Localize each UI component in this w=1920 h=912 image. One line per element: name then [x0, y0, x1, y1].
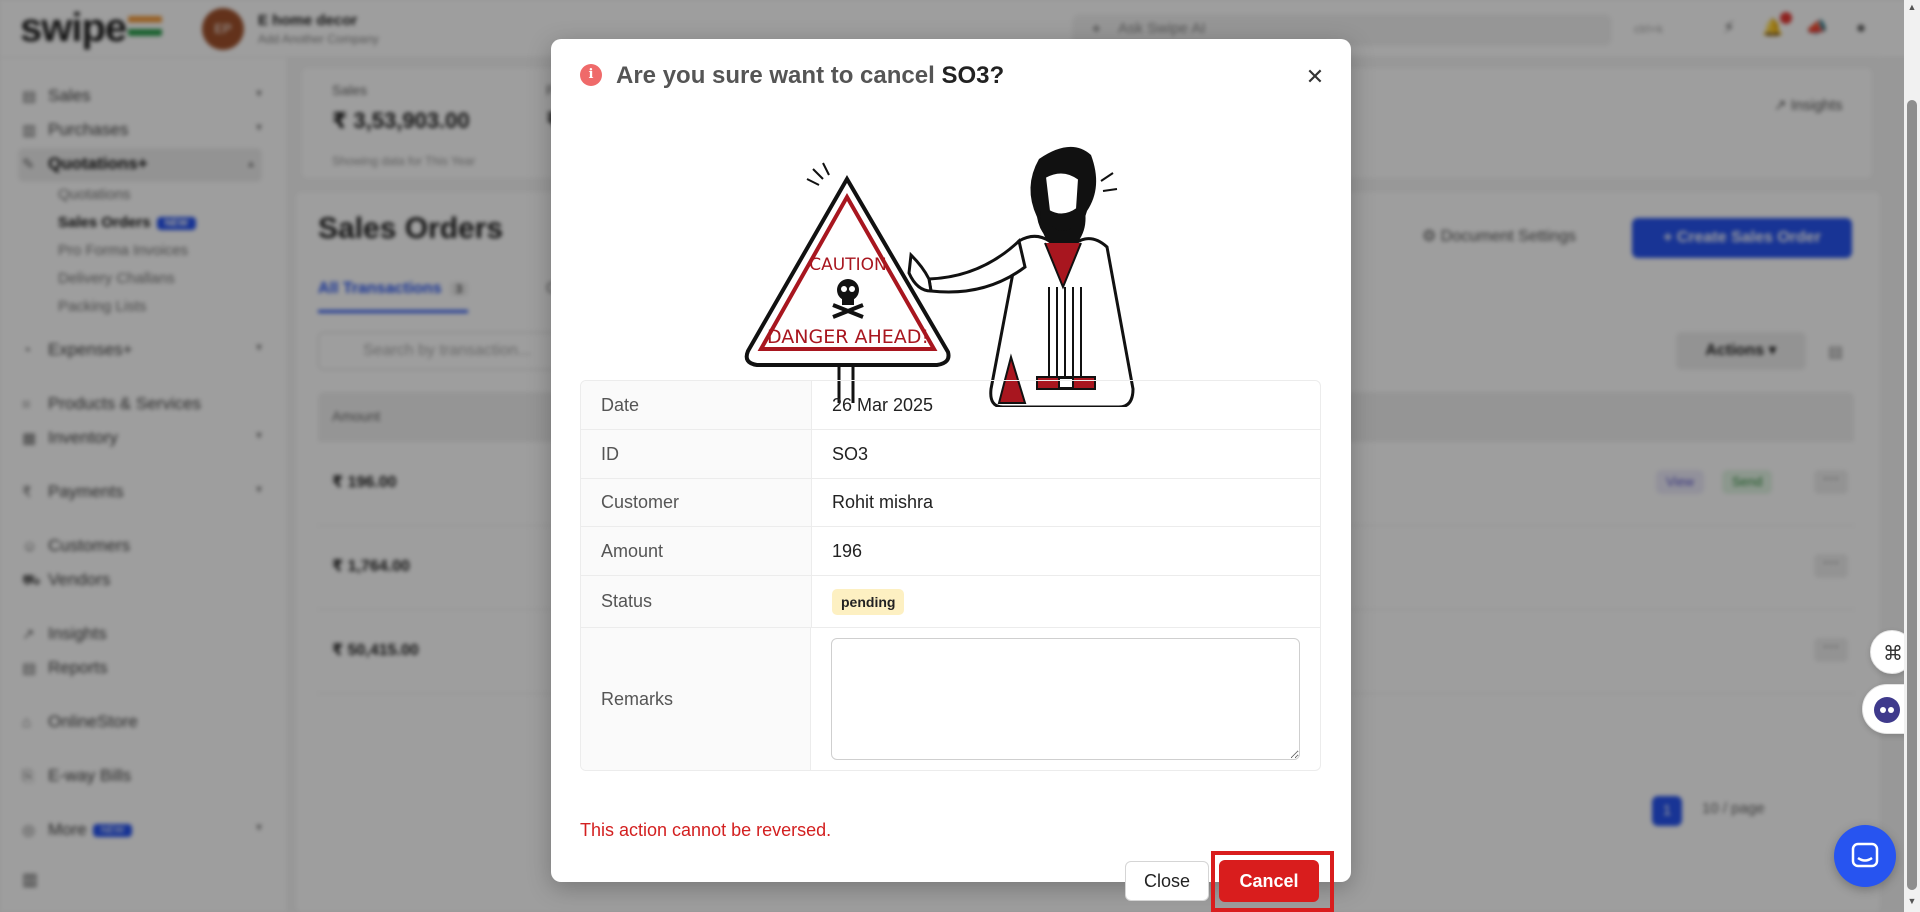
cancel-confirmation-dialog: i Are you sure want to cancel SO3? ✕ CAU…	[551, 39, 1351, 912]
status-label: Status	[581, 576, 812, 627]
id-label: ID	[581, 430, 812, 478]
svg-text:⌘: ⌘	[1883, 641, 1903, 665]
date-value: 26 Mar 2025	[832, 394, 934, 415]
order-details-table: Date 26 Mar 2025 ID SO3 Customer Rohit m…	[580, 380, 1321, 771]
dialog-title: Are you sure want to cancel SO3?	[616, 62, 1005, 89]
cancel-order-button[interactable]: Cancel	[1219, 860, 1319, 902]
remarks-textarea[interactable]	[831, 638, 1300, 760]
amount-value: 196	[832, 540, 863, 561]
detail-row-id: ID SO3	[581, 430, 1320, 479]
amount-label: Amount	[581, 527, 812, 575]
scroll-up-icon[interactable]: ▲	[1906, 2, 1918, 14]
chat-icon	[1851, 842, 1879, 868]
chat-support-button[interactable]	[1834, 825, 1896, 887]
customer-label: Customer	[581, 479, 812, 526]
status-badge: pending	[832, 588, 905, 615]
remarks-cell	[811, 628, 1320, 770]
status-cell: pending	[812, 576, 1320, 627]
irreversible-warning: This action cannot be reversed.	[580, 820, 832, 840]
id-value: SO3	[832, 443, 869, 464]
info-icon: i	[580, 64, 602, 86]
remarks-label: Remarks	[581, 628, 811, 770]
danger-ahead-text: DANGER AHEAD!	[767, 326, 929, 348]
detail-row-date: Date 26 Mar 2025	[581, 381, 1320, 430]
detail-row-amount: Amount 196	[581, 527, 1320, 576]
caution-illustration: CAUTION DANGER AHEAD!	[744, 146, 1135, 407]
date-label: Date	[581, 381, 812, 429]
detail-row-status: Status pending	[581, 576, 1320, 628]
customer-value: Rohit mishra	[832, 492, 934, 512]
scrollbar-thumb[interactable]	[1907, 100, 1917, 890]
close-icon[interactable]: ✕	[1301, 63, 1329, 91]
detail-row-remarks: Remarks	[581, 628, 1320, 770]
scroll-down-icon[interactable]: ▼	[1906, 896, 1918, 908]
close-button[interactable]: Close	[1125, 861, 1209, 901]
caution-text: CAUTION	[809, 255, 886, 275]
detail-row-customer: Customer Rohit mishra	[581, 479, 1320, 527]
dialog-title-id: SO3?	[941, 62, 1005, 89]
